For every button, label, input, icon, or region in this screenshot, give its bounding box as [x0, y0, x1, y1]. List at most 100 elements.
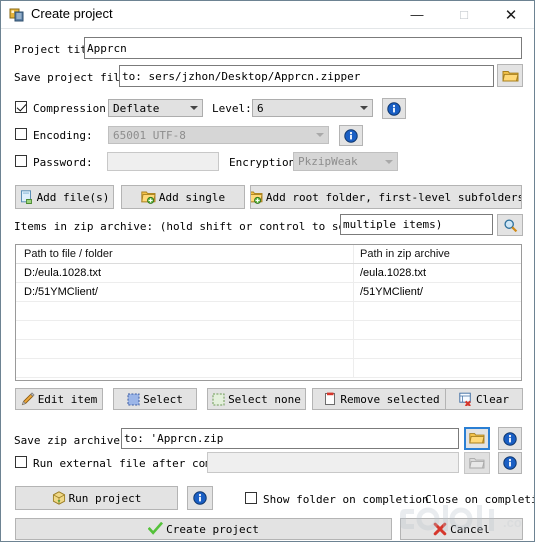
- column-header-path: Path to file / folder: [16, 245, 354, 263]
- encoding-info-button[interactable]: [339, 125, 363, 146]
- search-icon: [503, 218, 518, 233]
- cancel-button[interactable]: Cancel: [400, 518, 523, 540]
- remove-selected-label: Remove selected: [340, 392, 440, 406]
- run-external-info-button[interactable]: [498, 452, 522, 474]
- table-row[interactable]: [16, 321, 521, 340]
- pencil-icon: [21, 392, 35, 406]
- info-icon: [387, 101, 401, 116]
- cell-path: D:/51YMClient/: [16, 283, 354, 301]
- save-zip-info-button[interactable]: [498, 427, 522, 450]
- encoding-value: 65001 UTF-8: [113, 128, 186, 142]
- column-header-zip-path: Path in zip archive: [360, 248, 450, 260]
- encoding-select[interactable]: 65001 UTF-8: [108, 126, 329, 144]
- password-input[interactable]: [107, 152, 219, 171]
- add-root-folder-label: Add root folder, first-level subfolders: [265, 190, 522, 204]
- info-icon: [193, 491, 207, 505]
- run-external-input[interactable]: [207, 452, 459, 473]
- remove-icon: [324, 392, 337, 406]
- table-row[interactable]: D:/eula.1028.txt /eula.1028.txt: [16, 264, 521, 283]
- items-hint-label: Items in zip archive: (hold shift or con…: [14, 220, 372, 233]
- app-zip-icon: [9, 7, 25, 23]
- chevron-down-icon: [360, 106, 368, 110]
- title-bar: Create project — □ ✕: [1, 1, 534, 29]
- cell-zip-path: /51YMClient/: [360, 286, 423, 298]
- close-on-completion-label: Close on completion: [425, 493, 534, 506]
- cell-zip-path: /eula.1028.txt: [360, 267, 427, 279]
- compression-select[interactable]: Deflate: [108, 99, 203, 117]
- folder-icon: [469, 457, 485, 470]
- cell-zip-path: [354, 302, 521, 320]
- level-label: Level:: [212, 102, 252, 115]
- select-label: Select: [143, 392, 183, 406]
- minimize-button[interactable]: —: [394, 1, 440, 28]
- window-title: Create project: [31, 6, 113, 21]
- run-external-checkbox[interactable]: [15, 456, 27, 468]
- items-filter-input[interactable]: multiple items): [340, 214, 493, 235]
- show-folder-checkbox[interactable]: [245, 492, 257, 504]
- cancel-label: Cancel: [450, 522, 490, 536]
- save-zip-input[interactable]: to: 'Apprcn.zip: [121, 428, 459, 449]
- browse-zip-button[interactable]: [464, 427, 490, 450]
- password-checkbox[interactable]: [15, 155, 27, 167]
- cell-zip-path: [354, 321, 521, 339]
- project-title-input[interactable]: Apprcn: [84, 37, 522, 59]
- info-icon: [344, 128, 358, 143]
- browse-project-file-button[interactable]: [497, 64, 523, 87]
- edit-item-label: Edit item: [37, 392, 98, 406]
- compression-checkbox[interactable]: [15, 101, 27, 113]
- info-icon: [503, 431, 517, 446]
- select-none-button[interactable]: Select none: [207, 388, 306, 410]
- items-search-button[interactable]: [497, 214, 523, 236]
- clear-label: Clear: [475, 392, 510, 406]
- run-project-button[interactable]: Run project: [15, 486, 178, 510]
- create-project-button[interactable]: Create project: [15, 518, 392, 540]
- browse-run-external-button[interactable]: [464, 452, 490, 474]
- cell-zip-path: [354, 359, 521, 377]
- compression-value: Deflate: [113, 101, 160, 115]
- cell-path: D:/eula.1028.txt: [16, 264, 354, 282]
- add-single-button[interactable]: Add single: [121, 185, 245, 209]
- cell-path: [16, 359, 354, 377]
- level-select[interactable]: 6: [252, 99, 373, 117]
- save-project-file-input[interactable]: to: sers/jzhon/Desktop/Apprcn.zipper: [119, 65, 494, 87]
- table-row[interactable]: [16, 340, 521, 359]
- table-row[interactable]: [16, 302, 521, 321]
- select-none-label: Select none: [228, 392, 301, 406]
- clear-list-icon: [459, 392, 473, 406]
- password-label: Password:: [33, 156, 93, 169]
- run-project-label: Run project: [68, 491, 142, 505]
- add-files-label: Add file(s): [36, 190, 110, 204]
- add-root-folder-button[interactable]: Add root folder, first-level subfolders: [250, 185, 522, 209]
- maximize-button[interactable]: □: [441, 1, 487, 28]
- select-button[interactable]: Select: [113, 388, 197, 410]
- close-button[interactable]: ✕: [488, 1, 534, 28]
- remove-selected-button[interactable]: Remove selected: [312, 388, 452, 410]
- cell-path: [16, 302, 354, 320]
- edit-item-button[interactable]: Edit item: [15, 388, 103, 410]
- table-row[interactable]: D:/51YMClient/ /51YMClient/: [16, 283, 521, 302]
- package-icon: [52, 491, 66, 505]
- table-header-row: Path to file / folder Path in zip archiv…: [16, 245, 521, 264]
- folder-open-icon: [469, 432, 485, 445]
- add-files-button[interactable]: Add file(s): [15, 185, 114, 209]
- items-table[interactable]: Path to file / folder Path in zip archiv…: [15, 244, 522, 381]
- table-row[interactable]: [16, 359, 521, 378]
- add-single-label: Add single: [158, 190, 226, 204]
- clear-button[interactable]: Clear: [445, 388, 523, 410]
- encoding-label: Encoding:: [33, 129, 93, 142]
- add-file-icon: [20, 190, 34, 204]
- run-project-info-button[interactable]: [187, 486, 213, 510]
- chevron-down-icon: [385, 159, 393, 164]
- encryption-select[interactable]: PkzipWeak: [293, 152, 398, 171]
- encoding-checkbox[interactable]: [15, 128, 27, 140]
- compression-info-button[interactable]: [382, 98, 406, 119]
- select-none-icon: [212, 393, 225, 406]
- show-folder-label: Show folder on completion: [263, 493, 429, 506]
- cell-path: [16, 321, 354, 339]
- add-folder-icon: [141, 190, 156, 204]
- cell-path: [16, 340, 354, 358]
- encryption-label: Encryption:: [229, 156, 302, 169]
- check-icon: [148, 522, 164, 536]
- info-icon: [503, 456, 517, 470]
- level-value: 6: [257, 101, 264, 115]
